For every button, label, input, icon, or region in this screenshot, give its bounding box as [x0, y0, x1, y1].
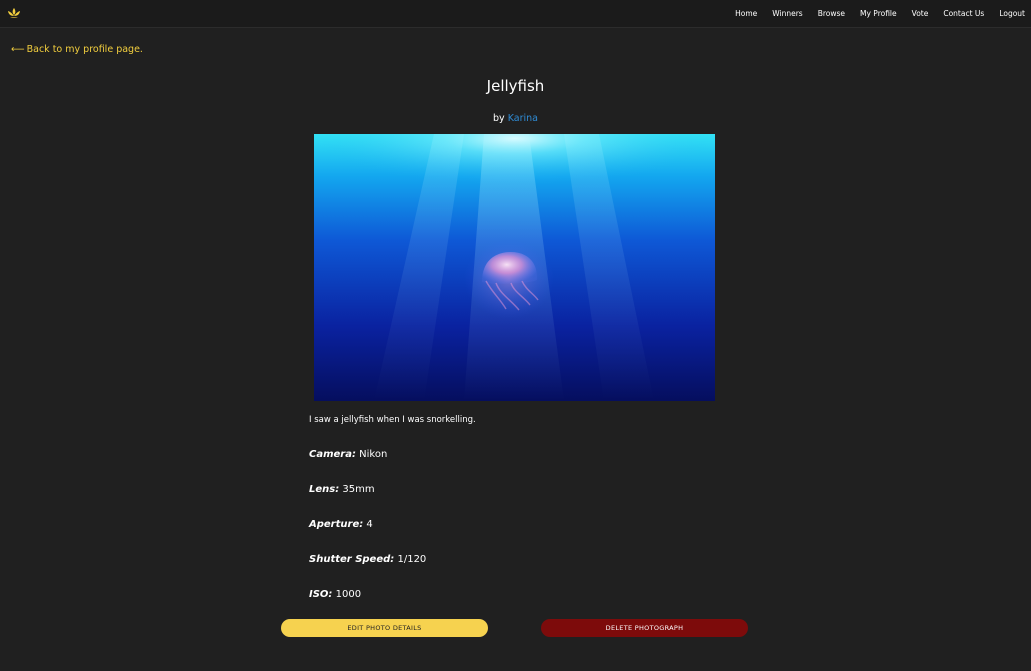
photo-description: I saw a jellyfish when I was snorkelling…: [309, 415, 476, 425]
back-link-label: Back to my profile page.: [26, 44, 143, 55]
jellyfish-photo: [314, 134, 715, 401]
lotus-logo-icon[interactable]: [6, 5, 22, 21]
detail-camera-value: Nikon: [359, 449, 388, 460]
nav-home[interactable]: Home: [735, 9, 757, 18]
author-link[interactable]: Karina: [508, 113, 538, 124]
nav-vote[interactable]: Vote: [912, 9, 929, 18]
nav-my-profile[interactable]: My Profile: [860, 9, 897, 18]
detail-camera: Camera: Nikon: [309, 449, 387, 460]
back-to-profile-link[interactable]: ⟵ Back to my profile page.: [11, 44, 143, 55]
top-navbar: Home Winners Browse My Profile Vote Cont…: [0, 0, 1031, 28]
detail-lens-label: Lens:: [309, 484, 340, 495]
detail-aperture-label: Aperture:: [309, 519, 364, 530]
detail-iso: ISO: 1000: [309, 589, 361, 600]
nav-links: Home Winners Browse My Profile Vote Cont…: [735, 0, 1025, 26]
detail-aperture-value: 4: [366, 519, 373, 530]
detail-camera-label: Camera:: [309, 449, 356, 460]
nav-logout[interactable]: Logout: [999, 9, 1025, 18]
byline-prefix: by: [493, 113, 505, 124]
nav-contact-us[interactable]: Contact Us: [943, 9, 984, 18]
arrow-left-icon: ⟵: [11, 44, 25, 55]
photo-title: Jellyfish: [486, 77, 545, 95]
detail-lens: Lens: 35mm: [309, 484, 375, 495]
nav-winners[interactable]: Winners: [772, 9, 802, 18]
nav-browse[interactable]: Browse: [818, 9, 845, 18]
photo-byline: by Karina: [0, 113, 1031, 124]
detail-shutter-speed-label: Shutter Speed:: [309, 554, 395, 565]
detail-shutter-speed-value: 1/120: [397, 554, 427, 565]
detail-shutter-speed: Shutter Speed: 1/120: [309, 554, 426, 565]
detail-lens-value: 35mm: [342, 484, 375, 495]
detail-iso-label: ISO:: [309, 589, 333, 600]
edit-photo-details-button[interactable]: EDIT PHOTO DETAILS: [281, 619, 488, 637]
detail-aperture: Aperture: 4: [309, 519, 373, 530]
delete-photograph-button[interactable]: DELETE PHOTOGRAPH: [541, 619, 748, 637]
detail-iso-value: 1000: [335, 589, 362, 600]
